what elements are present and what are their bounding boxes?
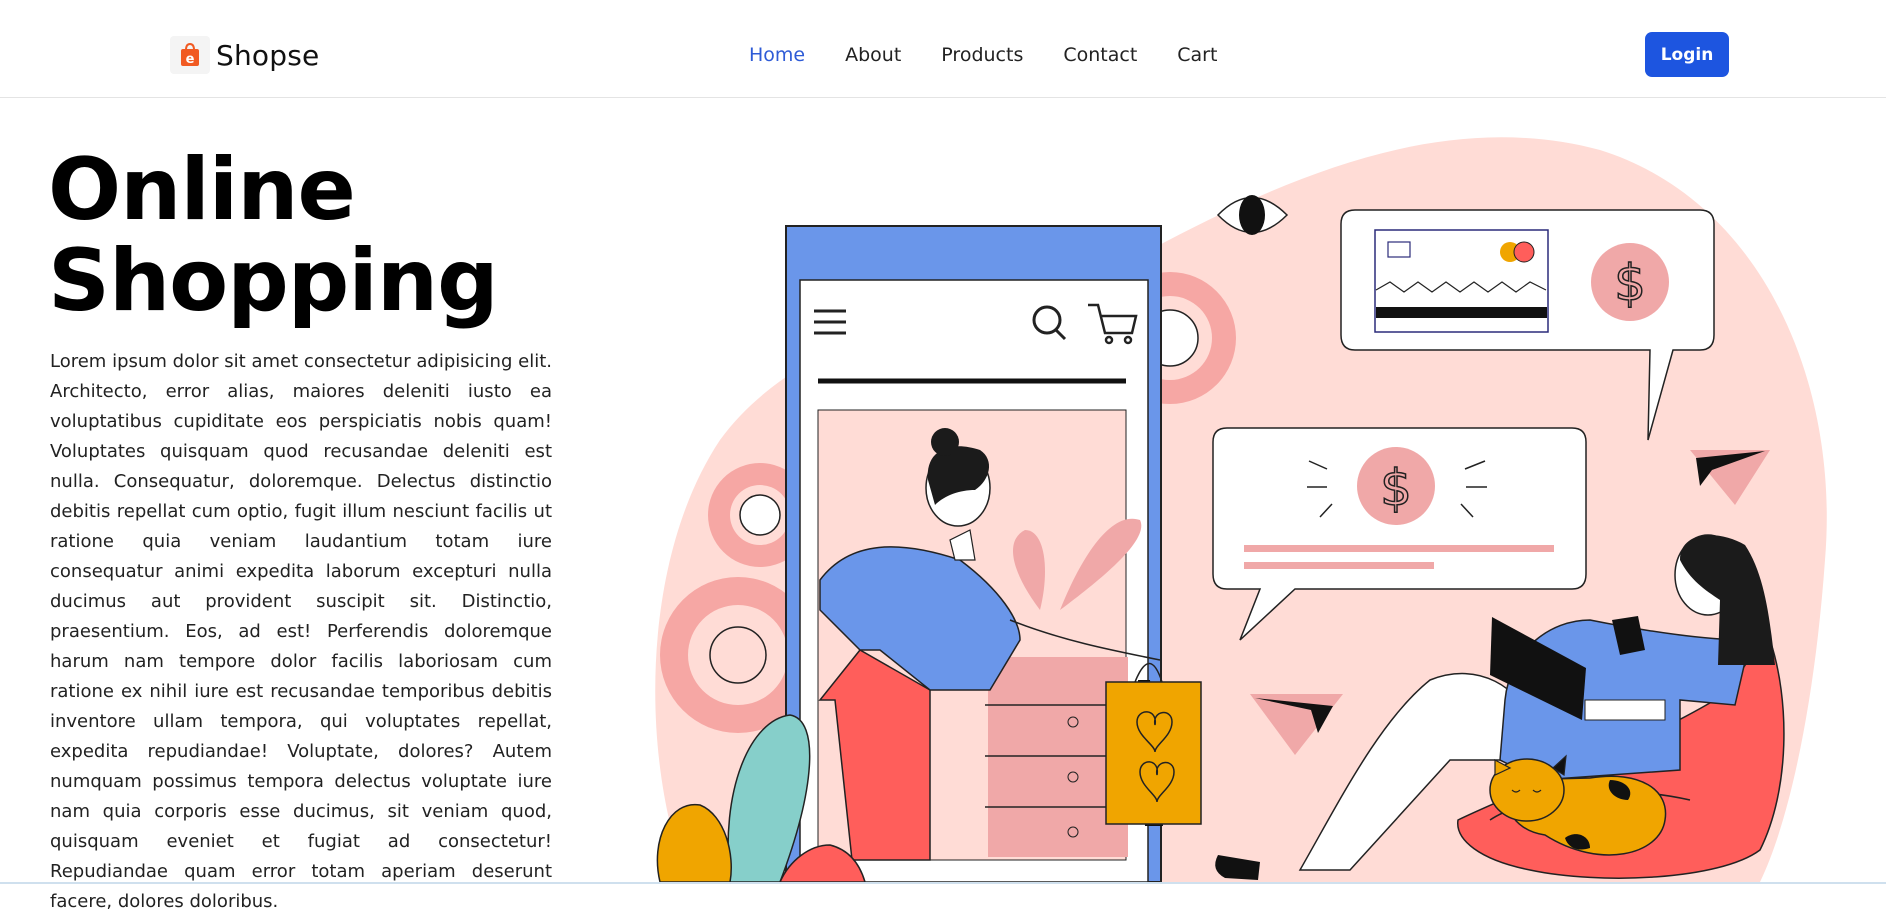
shopping-bag-icon: e [170, 36, 210, 74]
svg-text:$: $ [1614, 254, 1646, 312]
nav-link-home[interactable]: Home [749, 44, 805, 66]
nav-links: Home About Products Contact Cart [749, 44, 1257, 66]
hero-title-line2: Shopping [48, 231, 499, 331]
nav-link-products[interactable]: Products [941, 44, 1023, 66]
svg-text:e: e [186, 52, 195, 67]
nav-link-contact[interactable]: Contact [1063, 44, 1137, 66]
hero-illustration: $ $ [655, 137, 1827, 882]
brand-logo[interactable]: e Shopse [170, 36, 319, 74]
nav-link-cart[interactable]: Cart [1177, 44, 1217, 66]
shopping-bag-with-hearts [1105, 662, 1202, 826]
hero-description: Lorem ipsum dolor sit amet consectetur a… [50, 351, 552, 912]
hero-title: Online Shopping [48, 145, 499, 327]
svg-text:$: $ [1380, 459, 1412, 517]
login-button[interactable]: Login [1645, 32, 1729, 77]
navbar: e Shopse Home About Products Contact Car… [0, 0, 1886, 98]
hero-title-line1: Online [48, 140, 356, 240]
brand-name: Shopse [216, 38, 320, 72]
nav-link-about[interactable]: About [845, 44, 901, 66]
